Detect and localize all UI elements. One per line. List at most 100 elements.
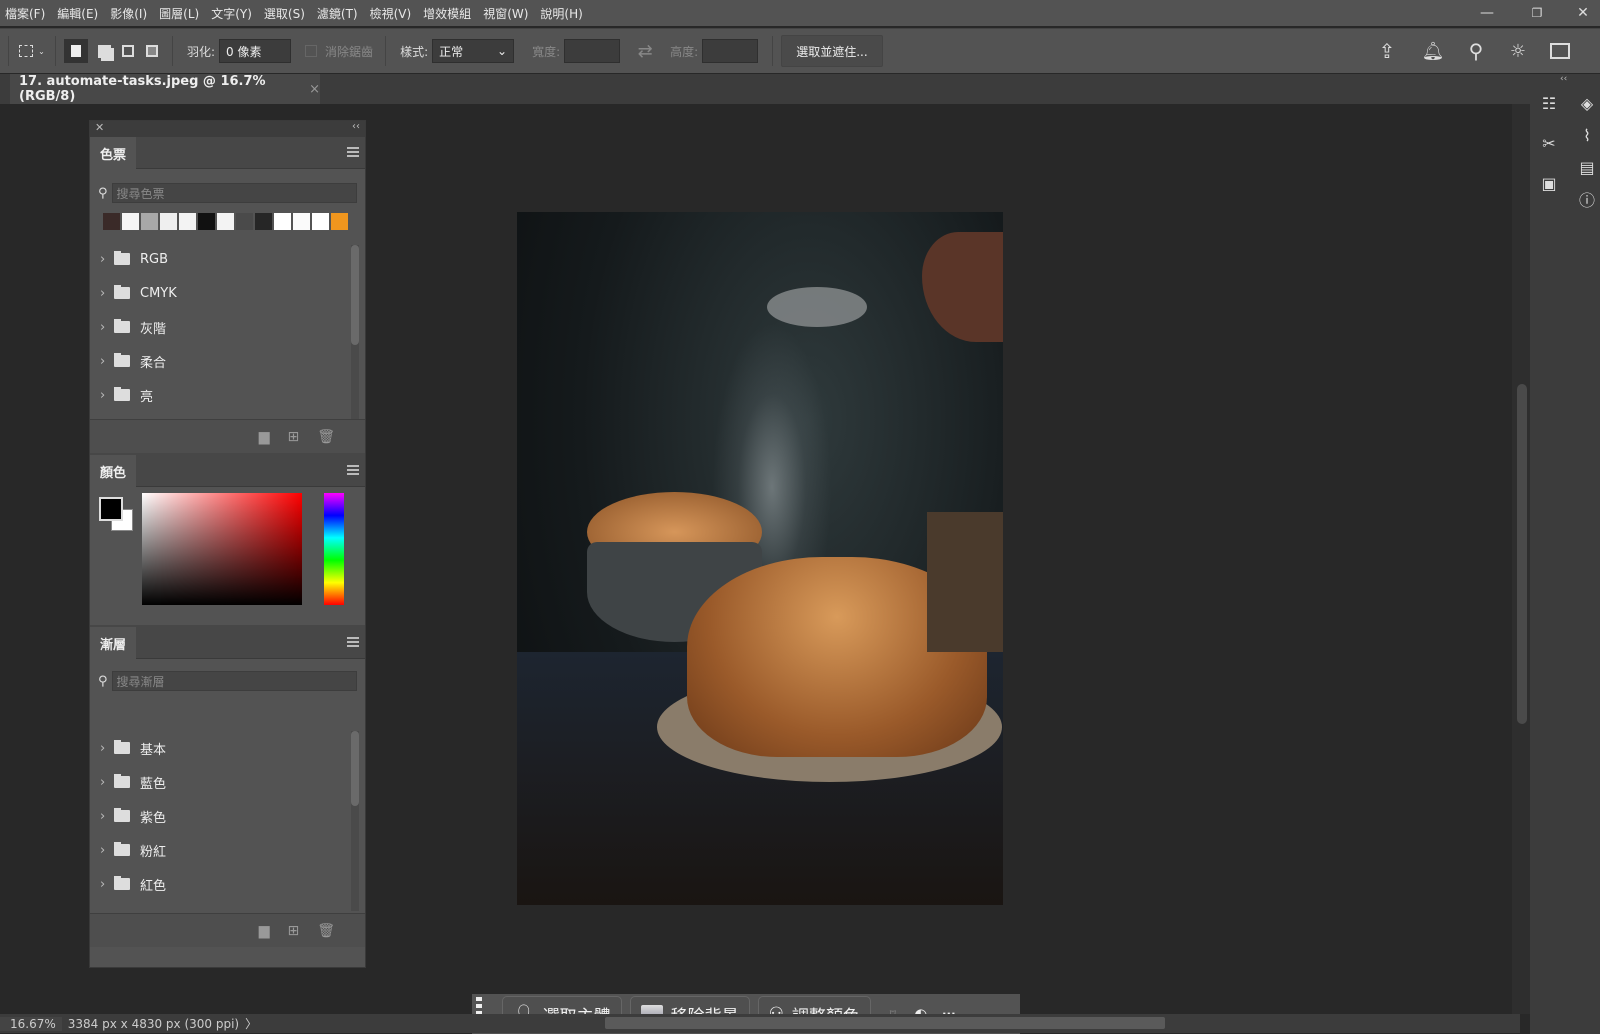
menu-edit[interactable]: 編輯(E) bbox=[52, 5, 105, 22]
panel-menu-icon[interactable] bbox=[347, 637, 359, 647]
color-swatch[interactable] bbox=[198, 213, 215, 230]
zoom-level[interactable]: 16.67% bbox=[0, 1016, 62, 1031]
layers-icon[interactable]: ◈ bbox=[1570, 88, 1600, 118]
color-field[interactable] bbox=[142, 493, 302, 605]
new-gradient-icon[interactable]: ⊞ bbox=[287, 923, 299, 939]
new-group-icon[interactable]: ▆ bbox=[259, 923, 270, 939]
menu-window[interactable]: 視窗(W) bbox=[478, 5, 535, 22]
folder-icon bbox=[114, 285, 130, 299]
swatch-group-light[interactable]: › 亮 bbox=[90, 378, 347, 412]
style-label: 樣式: bbox=[400, 44, 429, 59]
width-input[interactable] bbox=[564, 39, 621, 63]
add-selection-icon[interactable] bbox=[92, 44, 116, 58]
horizontal-scrollbar[interactable] bbox=[605, 1017, 1165, 1029]
close-window-button[interactable]: ✕ bbox=[1560, 0, 1600, 26]
marquee-tool-icon[interactable]: ⌄ bbox=[17, 45, 47, 57]
info-icon[interactable]: ⓘ bbox=[1570, 184, 1600, 214]
folder-icon bbox=[114, 740, 130, 754]
hue-slider[interactable] bbox=[324, 493, 344, 605]
select-and-mask-button[interactable]: 選取並遮住... bbox=[781, 35, 883, 67]
color-swatch[interactable] bbox=[179, 213, 196, 230]
style-value: 正常 bbox=[439, 44, 464, 59]
menu-filter[interactable]: 濾鏡(T) bbox=[312, 5, 365, 22]
image-icon[interactable]: ▤ bbox=[1570, 152, 1600, 182]
minimize-button[interactable]: — bbox=[1464, 0, 1510, 26]
menu-plugins[interactable]: 增效模組 bbox=[418, 5, 478, 22]
color-swatch[interactable] bbox=[141, 213, 158, 230]
search-icon[interactable]: ⚲ bbox=[1456, 39, 1496, 63]
color-swatch[interactable] bbox=[255, 213, 272, 230]
color-swatch[interactable] bbox=[293, 213, 310, 230]
intersect-selection-icon[interactable] bbox=[140, 45, 164, 57]
color-swatch[interactable] bbox=[331, 213, 348, 230]
gradient-group-red[interactable]: › 紅色 bbox=[90, 867, 347, 901]
menu-image[interactable]: 影像(I) bbox=[105, 5, 154, 22]
close-tab-icon[interactable]: × bbox=[309, 82, 320, 97]
swap-icon[interactable]: ⇄ bbox=[620, 41, 670, 62]
color-swatch[interactable] bbox=[236, 213, 253, 230]
new-selection-icon[interactable] bbox=[64, 39, 88, 63]
menu-file[interactable]: 檔案(F) bbox=[0, 5, 52, 22]
status-menu-arrow[interactable]: 〉 bbox=[245, 1015, 257, 1032]
panel-menu-icon[interactable] bbox=[347, 465, 359, 475]
new-swatch-icon[interactable]: ⊞ bbox=[287, 429, 299, 445]
menu-view[interactable]: 檢視(V) bbox=[365, 5, 419, 22]
color-swatch[interactable] bbox=[274, 213, 291, 230]
panel-menu-icon[interactable] bbox=[347, 147, 359, 157]
tool-presets-icon[interactable]: ✂ bbox=[1532, 128, 1566, 158]
color-swatch[interactable] bbox=[312, 213, 329, 230]
foreground-color-swatch[interactable] bbox=[99, 497, 123, 521]
book-icon[interactable]: ▣ bbox=[1532, 168, 1566, 198]
menu-select[interactable]: 選取(S) bbox=[259, 5, 312, 22]
gradient-group-purple[interactable]: › 紫色 bbox=[90, 799, 347, 833]
notification-bell-icon[interactable]: 🔔︎ bbox=[1410, 41, 1456, 62]
collapse-panel-icon[interactable]: ‹‹ bbox=[352, 121, 360, 132]
swatches-scrollbar[interactable] bbox=[351, 245, 359, 420]
swatch-group-pastel[interactable]: › 柔合 bbox=[90, 344, 347, 378]
delete-icon[interactable]: 🗑︎ bbox=[317, 923, 335, 939]
color-swatch[interactable] bbox=[160, 213, 177, 230]
color-swatch[interactable] bbox=[122, 213, 139, 230]
style-select[interactable]: 正常 ⌄ bbox=[432, 39, 515, 63]
tab-swatches[interactable]: 色票 bbox=[90, 137, 136, 169]
gradient-group-blue[interactable]: › 藍色 bbox=[90, 765, 347, 799]
swatch-group-rgb[interactable]: › RGB bbox=[90, 242, 347, 276]
close-panel-icon[interactable]: ✕ bbox=[95, 121, 104, 134]
restore-button[interactable]: ❐ bbox=[1514, 0, 1560, 26]
document-tab[interactable]: 17. automate-tasks.jpeg @ 16.7% (RGB/8) … bbox=[10, 74, 320, 104]
menu-help[interactable]: 說明(H) bbox=[535, 5, 589, 22]
document-image[interactable] bbox=[517, 212, 1003, 905]
panel-group: ✕ ‹‹ 色票 ⚲ 搜尋色票 › RGB › CMYK › 灰階 › 柔合 › 亮 ▆ ⊞ 🗑︎… bbox=[89, 120, 366, 968]
workspace-icon[interactable] bbox=[1540, 43, 1580, 59]
feather-input[interactable]: 0 像素 bbox=[219, 39, 292, 63]
vertical-scrollbar[interactable] bbox=[1512, 104, 1530, 1014]
gradients-scrollbar[interactable] bbox=[351, 731, 359, 911]
collapse-dock-icon[interactable]: ‹‹ bbox=[1560, 74, 1567, 84]
color-panel: 顏色 bbox=[90, 455, 365, 625]
antialias-checkbox[interactable] bbox=[305, 45, 318, 57]
group-label: 灰階 bbox=[140, 321, 167, 337]
subtract-selection-icon[interactable] bbox=[116, 45, 140, 57]
tab-gradients[interactable]: 漸層 bbox=[90, 627, 136, 659]
folder-icon bbox=[114, 251, 130, 265]
gradients-search-input[interactable]: 搜尋漸層 bbox=[111, 671, 357, 691]
new-group-icon[interactable]: ▆ bbox=[259, 429, 270, 445]
color-swatch[interactable] bbox=[217, 213, 234, 230]
clone-source-icon[interactable]: ☷ bbox=[1532, 88, 1566, 118]
menu-type[interactable]: 文字(Y) bbox=[206, 5, 259, 22]
swatches-search-input[interactable]: 搜尋色票 bbox=[111, 183, 357, 203]
swatch-group-grayscale[interactable]: › 灰階 bbox=[90, 310, 347, 344]
delete-icon[interactable]: 🗑︎ bbox=[317, 429, 335, 445]
height-input[interactable] bbox=[702, 39, 759, 63]
color-swatch[interactable] bbox=[103, 213, 120, 230]
width-label: 寬度: bbox=[532, 44, 561, 59]
tab-color[interactable]: 顏色 bbox=[90, 455, 136, 487]
menu-layer[interactable]: 圖層(L) bbox=[154, 5, 206, 22]
share-icon[interactable]: ⇪ bbox=[1364, 39, 1410, 63]
gradient-group-basic[interactable]: › 基本 bbox=[90, 731, 347, 765]
gradient-group-pink[interactable]: › 粉紅 bbox=[90, 833, 347, 867]
paths-icon[interactable]: ⌇ bbox=[1570, 120, 1600, 150]
swatch-group-cmyk[interactable]: › CMYK bbox=[90, 276, 347, 310]
discover-lightbulb-icon[interactable]: ☼ bbox=[1496, 41, 1540, 62]
document-dimensions: 3384 px x 4830 px (300 ppi) bbox=[67, 1016, 240, 1031]
